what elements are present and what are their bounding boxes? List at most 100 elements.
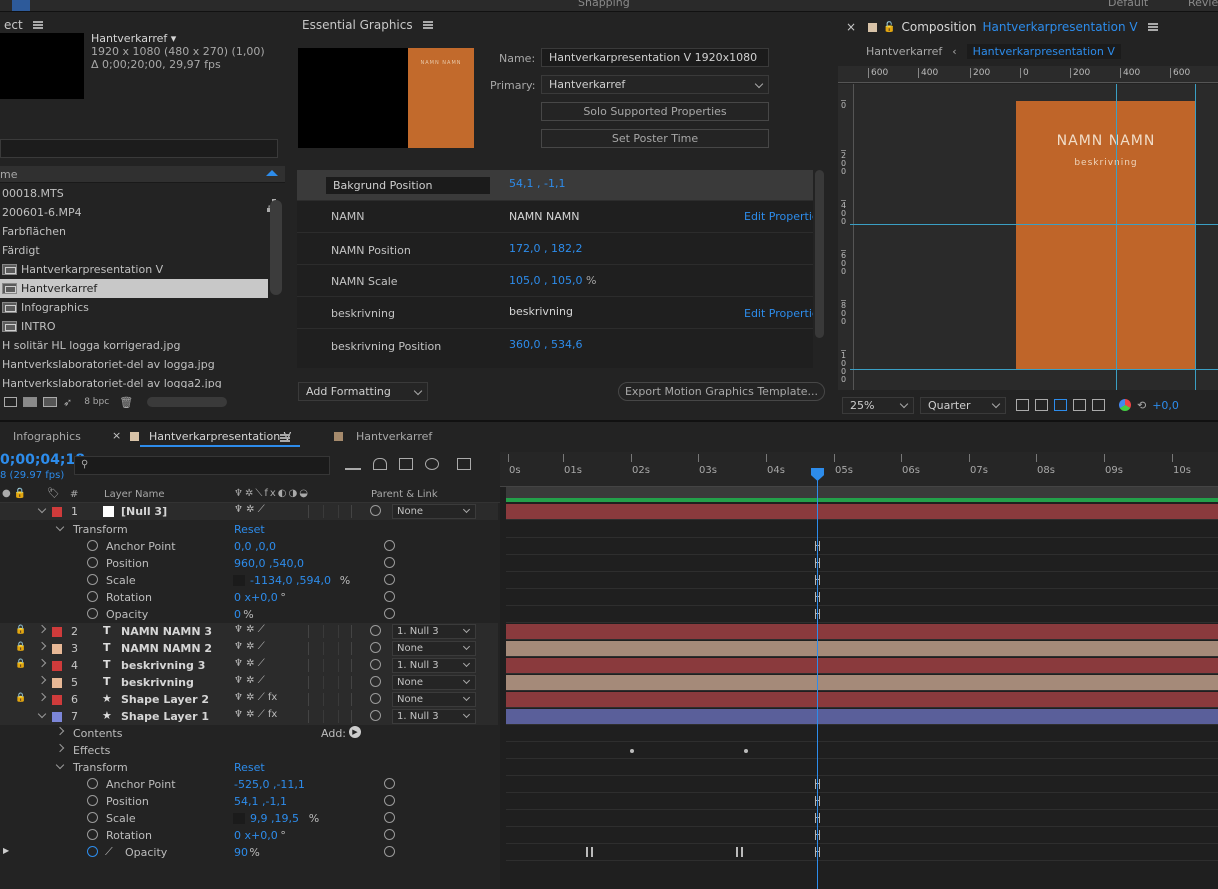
guide-vertical-2[interactable]	[1195, 84, 1196, 390]
breadcrumb-parent[interactable]: Hantverkarref	[866, 45, 942, 58]
expression-pick-whip-icon[interactable]	[384, 829, 395, 840]
property-value[interactable]: 54,1 ,-1,1	[234, 795, 287, 808]
timeline-search-input[interactable]: ⚲	[74, 456, 330, 475]
eg-property-row[interactable]: NAMN NAMN NAMN Edit Properties	[297, 201, 813, 233]
layer-duration-bar[interactable]	[506, 641, 1218, 656]
property-group-row[interactable]: Contents Add: ▶	[0, 725, 498, 742]
layer-duration-bar[interactable]	[506, 624, 1218, 639]
mask-visibility-icon[interactable]	[1054, 399, 1067, 411]
property-value[interactable]: -525,0 ,-11,1	[234, 778, 305, 791]
pick-whip-icon[interactable]	[370, 625, 381, 636]
panel-menu-icon[interactable]	[280, 434, 290, 442]
selection-tool-icon[interactable]	[12, 0, 30, 11]
solo-supported-button[interactable]: Solo Supported Properties	[541, 102, 769, 121]
expression-pick-whip-icon[interactable]	[384, 591, 395, 602]
opacity-keyframe[interactable]	[736, 847, 743, 857]
layer-row[interactable]: 1 [Null 3] ♆ ✲ ⟋ None	[0, 503, 498, 520]
layer-switches[interactable]: ♆ ✲ ⟋ fx	[234, 692, 277, 703]
pick-whip-icon[interactable]	[370, 505, 381, 516]
project-item[interactable]: Hantverkarpresentation V	[0, 260, 268, 279]
property-row[interactable]: Rotation 0 x+0,0 °	[0, 827, 498, 844]
export-mogrt-button[interactable]: Export Motion Graphics Template...	[618, 382, 825, 401]
stopwatch-icon[interactable]	[87, 557, 98, 568]
layer-row[interactable]: 🔒 4 Tbeskrivning 3 ♆ ✲ ⟋ 1. Null 3	[0, 657, 498, 674]
parent-dropdown[interactable]: 1. Null 3	[392, 658, 476, 673]
layer-name[interactable]: Shape Layer 1	[121, 710, 209, 723]
label-color-swatch[interactable]	[52, 712, 62, 722]
chevron-right-icon[interactable]	[55, 743, 65, 753]
project-item[interactable]: H solitär HL logga korrigerad.jpg	[0, 336, 268, 355]
project-item[interactable]: 00018.MTS	[0, 184, 268, 203]
lock-icon[interactable]: 🔒	[15, 642, 26, 652]
parent-dropdown[interactable]: 1. Null 3	[392, 709, 476, 724]
layer-switches[interactable]: ♆ ✲ ⟋ fx	[234, 709, 277, 720]
parent-dropdown[interactable]: None	[392, 504, 476, 519]
layer-name[interactable]: Shape Layer 2	[121, 693, 209, 706]
tab-hantverkarpresentation[interactable]: Hantverkarpresentation V	[149, 430, 291, 443]
motion-blur-icon[interactable]	[425, 458, 439, 470]
parent-dropdown[interactable]: 1. Null 3	[392, 624, 476, 639]
chevron-down-icon[interactable]	[37, 709, 47, 719]
property-group-name[interactable]: Effects	[73, 744, 110, 757]
chevron-right-icon[interactable]	[55, 726, 65, 736]
layer-row[interactable]: 7 ★ Shape Layer 1 ♆ ✲ ⟋ fx 1. Null 3	[0, 708, 498, 725]
stopwatch-icon[interactable]	[87, 540, 98, 551]
layer-duration-bar[interactable]	[506, 692, 1218, 707]
project-item[interactable]: 200601-6.MP4	[0, 203, 268, 222]
layer-row[interactable]: 🔒 6 ★ Shape Layer 2 ♆ ✲ ⟋ fx None	[0, 691, 498, 708]
eg-property-value[interactable]: NAMN NAMN	[509, 210, 579, 223]
eg-property-value[interactable]: 360,0 , 534,6	[509, 338, 582, 351]
switch-boxes[interactable]	[308, 676, 352, 689]
stopwatch-icon[interactable]	[87, 591, 98, 602]
shy-layers-icon[interactable]	[373, 458, 387, 470]
eg-property-value[interactable]: beskrivning	[509, 305, 573, 318]
property-group-name[interactable]: Transform	[73, 523, 128, 536]
resolution-dropdown[interactable]: Quarter	[920, 396, 1006, 414]
chevron-right-icon[interactable]	[37, 692, 47, 702]
tab-infographics[interactable]: Infographics	[13, 430, 81, 443]
layer-switches[interactable]: ♆ ✲ ⟋	[234, 624, 265, 635]
switch-boxes[interactable]	[308, 505, 352, 518]
eg-property-row[interactable]: NAMN Scale 105,0 , 105,0 %	[297, 265, 813, 297]
color-channels-icon[interactable]	[1119, 399, 1131, 411]
layer-row[interactable]: 🔒 2 T NAMN NAMN 3 ♆ ✲ ⟋ 1. Null 3	[0, 623, 498, 640]
chevron-right-icon[interactable]	[37, 641, 47, 651]
label-color-swatch[interactable]	[52, 661, 62, 671]
label-color-swatch[interactable]	[52, 627, 62, 637]
chevron-down-icon[interactable]	[55, 760, 65, 770]
bit-depth-label[interactable]: 8 bpc	[84, 397, 109, 407]
label-color-swatch[interactable]	[52, 644, 62, 654]
workspace-review[interactable]: Revie	[1188, 0, 1218, 9]
property-value[interactable]: 960,0 ,540,0	[234, 557, 304, 570]
layer-name[interactable]: NAMN NAMN 3	[121, 625, 212, 638]
property-row[interactable]: Opacity 0%	[0, 606, 498, 623]
interpret-footage-icon[interactable]	[4, 397, 17, 407]
graph-icon[interactable]: ⟋	[105, 845, 113, 859]
layer-name[interactable]: beskrivning	[121, 676, 194, 689]
close-icon[interactable]: ×	[112, 429, 121, 442]
stopwatch-icon[interactable]	[87, 778, 98, 789]
breadcrumb-current[interactable]: Hantverkarpresentation V	[966, 43, 1121, 59]
layer-row[interactable]: 🔒 3 T NAMN NAMN 2 ♆ ✲ ⟋ None	[0, 640, 498, 657]
expression-pick-whip-icon[interactable]	[384, 778, 395, 789]
label-color-swatch[interactable]	[52, 695, 62, 705]
expression-pick-whip-icon[interactable]	[384, 557, 395, 568]
guide-vertical[interactable]	[1116, 84, 1117, 390]
label-icon[interactable]: 🏷	[47, 488, 60, 499]
column-name[interactable]: me	[0, 168, 17, 181]
eg-property-row[interactable]: NAMN Position 172,0 , 182,2	[297, 233, 813, 265]
composition-mini-flowchart-icon[interactable]	[345, 458, 361, 470]
project-item[interactable]: Hantverkarref	[0, 279, 268, 298]
opacity-keyframe[interactable]	[586, 847, 593, 857]
layer-switches[interactable]: ♆ ✲ ⟋	[234, 658, 265, 669]
stopwatch-icon[interactable]	[87, 574, 98, 585]
expression-pick-whip-icon[interactable]	[384, 574, 395, 585]
region-of-interest-icon[interactable]	[1073, 399, 1086, 411]
trash-icon[interactable]: 🗑	[119, 396, 133, 409]
property-value[interactable]: 0 x+0,0	[234, 591, 278, 604]
edit-properties-link[interactable]: Edit Properties	[744, 210, 813, 223]
property-group-row[interactable]: Transform Reset	[0, 521, 498, 538]
project-item[interactable]: Hantverkslaboratoriet-del av logga.jpg	[0, 355, 268, 374]
layer-name[interactable]: beskrivning 3	[121, 659, 205, 672]
layer-name[interactable]: NAMN NAMN 2	[121, 642, 212, 655]
